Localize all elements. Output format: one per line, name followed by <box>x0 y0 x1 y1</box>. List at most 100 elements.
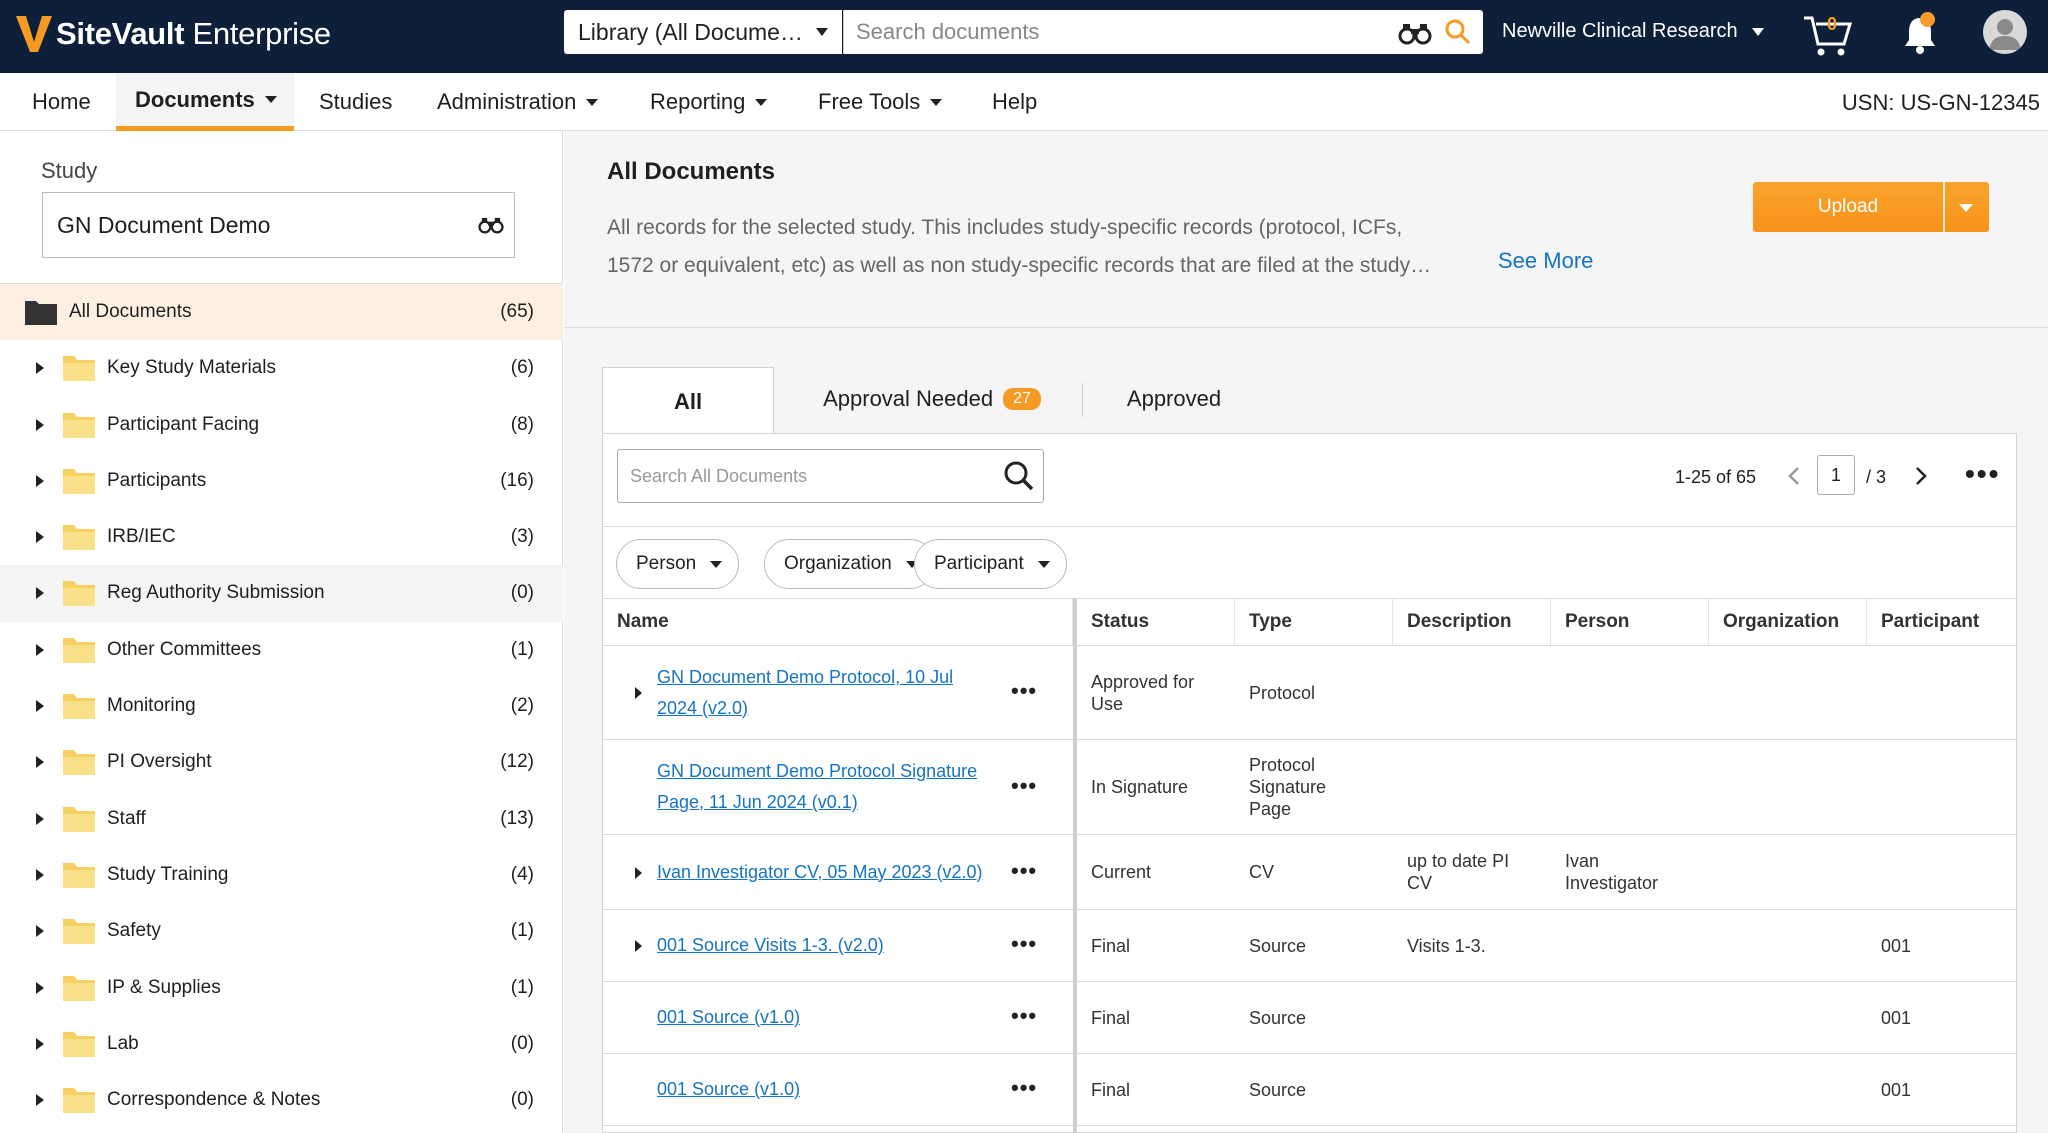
tree-item[interactable]: Study Training (4) <box>0 847 563 903</box>
expand-arrow-icon[interactable] <box>36 418 44 431</box>
person-cell <box>1551 1054 1709 1125</box>
approval-count-badge: 27 <box>1003 388 1041 410</box>
expand-arrow-icon[interactable] <box>36 868 44 881</box>
row-actions-icon[interactable]: ••• <box>1011 858 1037 884</box>
divider <box>564 327 2048 328</box>
upload-button[interactable]: Upload <box>1753 182 1989 232</box>
tree-item[interactable]: Safety (1) <box>0 903 563 959</box>
expand-arrow-icon[interactable] <box>635 687 642 699</box>
see-more-link[interactable]: See More <box>1498 248 1593 274</box>
nav-help[interactable]: Help <box>992 73 1037 131</box>
document-search-input[interactable] <box>630 450 990 502</box>
tab-approved[interactable]: Approved <box>1104 367 1244 431</box>
document-link[interactable]: GN Document Demo Protocol Signature Page,… <box>657 756 977 818</box>
row-actions-icon[interactable]: ••• <box>1011 678 1037 704</box>
filter-person[interactable]: Person <box>616 539 740 589</box>
row-actions-icon[interactable]: ••• <box>1011 1075 1037 1101</box>
filter-organization[interactable]: Organization <box>764 539 935 589</box>
tab-all[interactable]: All <box>602 367 774 435</box>
more-options-icon[interactable]: ••• <box>1965 458 2000 490</box>
nav-home[interactable]: Home <box>32 73 91 131</box>
row-actions-icon[interactable]: ••• <box>1011 931 1037 957</box>
folder-icon <box>63 637 95 663</box>
expand-arrow-icon[interactable] <box>36 925 44 938</box>
expand-arrow-icon[interactable] <box>36 362 44 375</box>
nav-studies[interactable]: Studies <box>319 73 392 131</box>
tree-item[interactable]: PI Oversight (12) <box>0 734 563 790</box>
table-row[interactable]: GN Document Demo Protocol, 10 Jul 2024 (v… <box>603 646 2016 740</box>
expand-arrow-icon[interactable] <box>36 756 44 769</box>
nav-reporting[interactable]: Reporting <box>650 73 768 131</box>
document-link[interactable]: Ivan Investigator CV, 05 May 2023 (v2.0) <box>657 857 983 888</box>
chevron-left-icon[interactable] <box>1786 465 1802 487</box>
tree-item[interactable]: IP & Supplies (1) <box>0 960 563 1016</box>
tab-approval-needed[interactable]: Approval Needed 27 <box>802 367 1062 431</box>
column-description[interactable]: Description <box>1393 599 1551 645</box>
person-cell <box>1551 982 1709 1053</box>
document-link[interactable]: 001 Source (v1.0) <box>657 1002 800 1033</box>
expand-arrow-icon[interactable] <box>36 531 44 544</box>
expand-arrow-icon[interactable] <box>36 812 44 825</box>
folder-tree: All Documents (65) Key Study Materials (6… <box>0 284 563 1128</box>
nav-documents[interactable]: Documents <box>116 73 294 131</box>
global-search-input[interactable] <box>856 10 1376 54</box>
expand-arrow-icon[interactable] <box>36 587 44 600</box>
column-name[interactable]: Name <box>603 599 1073 645</box>
tree-item-all-documents[interactable]: All Documents (65) <box>0 284 563 341</box>
org-switcher[interactable]: Newville Clinical Research <box>1502 20 1764 43</box>
binoculars-icon[interactable] <box>1398 18 1432 46</box>
search-icon[interactable] <box>1003 460 1035 492</box>
tree-item[interactable]: Other Committees (1) <box>0 622 563 678</box>
tree-item[interactable]: Lab (0) <box>0 1016 563 1072</box>
tree-item[interactable]: Participant Facing (8) <box>0 397 563 453</box>
document-link[interactable]: GN Document Demo Protocol, 10 Jul 2024 (v… <box>657 662 953 724</box>
expand-arrow-icon[interactable] <box>36 1037 44 1050</box>
column-organization[interactable]: Organization <box>1709 599 1867 645</box>
study-picker[interactable]: GN Document Demo <box>42 192 515 258</box>
table-row[interactable]: 001 Source Visits 1-3. (v2.0) ••• Final Sou… <box>603 910 2016 982</box>
library-select[interactable]: Library (All Docume… <box>564 10 842 54</box>
row-actions-icon[interactable]: ••• <box>1011 1003 1037 1029</box>
column-freeze-divider[interactable] <box>1073 598 1077 1133</box>
table-row[interactable]: 001 Source (v1.0) ••• Final Source 001 <box>603 982 2016 1054</box>
tree-item[interactable]: Participants (16) <box>0 453 563 509</box>
expand-arrow-icon[interactable] <box>36 700 44 713</box>
expand-arrow-icon[interactable] <box>36 474 44 487</box>
tree-item[interactable]: Monitoring (2) <box>0 678 563 734</box>
type-cell: Source <box>1249 935 1307 956</box>
column-type[interactable]: Type <box>1235 599 1393 645</box>
column-person[interactable]: Person <box>1551 599 1709 645</box>
nav-free-tools[interactable]: Free Tools <box>818 73 943 131</box>
expand-arrow-icon[interactable] <box>36 981 44 994</box>
row-actions-icon[interactable]: ••• <box>1011 773 1037 799</box>
expand-arrow-icon[interactable] <box>635 866 642 879</box>
expand-arrow-icon[interactable] <box>36 1094 44 1107</box>
table-row[interactable]: Ivan Investigator CV, 05 May 2023 (v2.0)… <box>603 835 2016 910</box>
filter-participant[interactable]: Participant <box>914 539 1067 589</box>
page-number-input[interactable]: 1 <box>1817 455 1855 495</box>
nav-administration[interactable]: Administration <box>437 73 599 131</box>
tree-item[interactable]: Reg Authority Submission (0) <box>0 565 563 622</box>
tree-item[interactable]: Key Study Materials (6) <box>0 340 563 396</box>
upload-options-arrow-icon[interactable] <box>1959 204 1973 212</box>
tree-item[interactable]: IRB/IEC (3) <box>0 509 563 565</box>
chevron-down-icon <box>710 560 723 568</box>
folder-icon <box>63 1088 95 1114</box>
table-row[interactable]: 001 Source (v1.0) ••• Final Source 001 <box>603 1054 2016 1126</box>
cart-count-badge: 0 <box>1827 14 1838 34</box>
chevron-right-icon[interactable] <box>1913 465 1929 487</box>
top-bar: SiteVault Enterprise Library (All Docume… <box>0 0 2048 73</box>
expand-arrow-icon[interactable] <box>36 643 44 656</box>
avatar[interactable] <box>1983 10 2027 54</box>
table-row[interactable]: GN Document Demo Protocol Signature Page,… <box>603 740 2016 835</box>
expand-arrow-icon[interactable] <box>635 940 642 952</box>
sitevault-logo[interactable]: SiteVault Enterprise <box>14 10 331 58</box>
column-participant[interactable]: Participant <box>1867 599 2016 645</box>
column-status[interactable]: Status <box>1077 599 1235 645</box>
document-link[interactable]: 001 Source Visits 1-3. (v2.0) <box>657 930 884 961</box>
tree-item[interactable]: Correspondence & Notes (0) <box>0 1072 563 1128</box>
search-icon[interactable] <box>1444 18 1472 46</box>
document-link[interactable]: 001 Source (v1.0) <box>657 1074 800 1105</box>
binoculars-icon[interactable] <box>478 213 504 235</box>
tree-item[interactable]: Staff (13) <box>0 791 563 847</box>
